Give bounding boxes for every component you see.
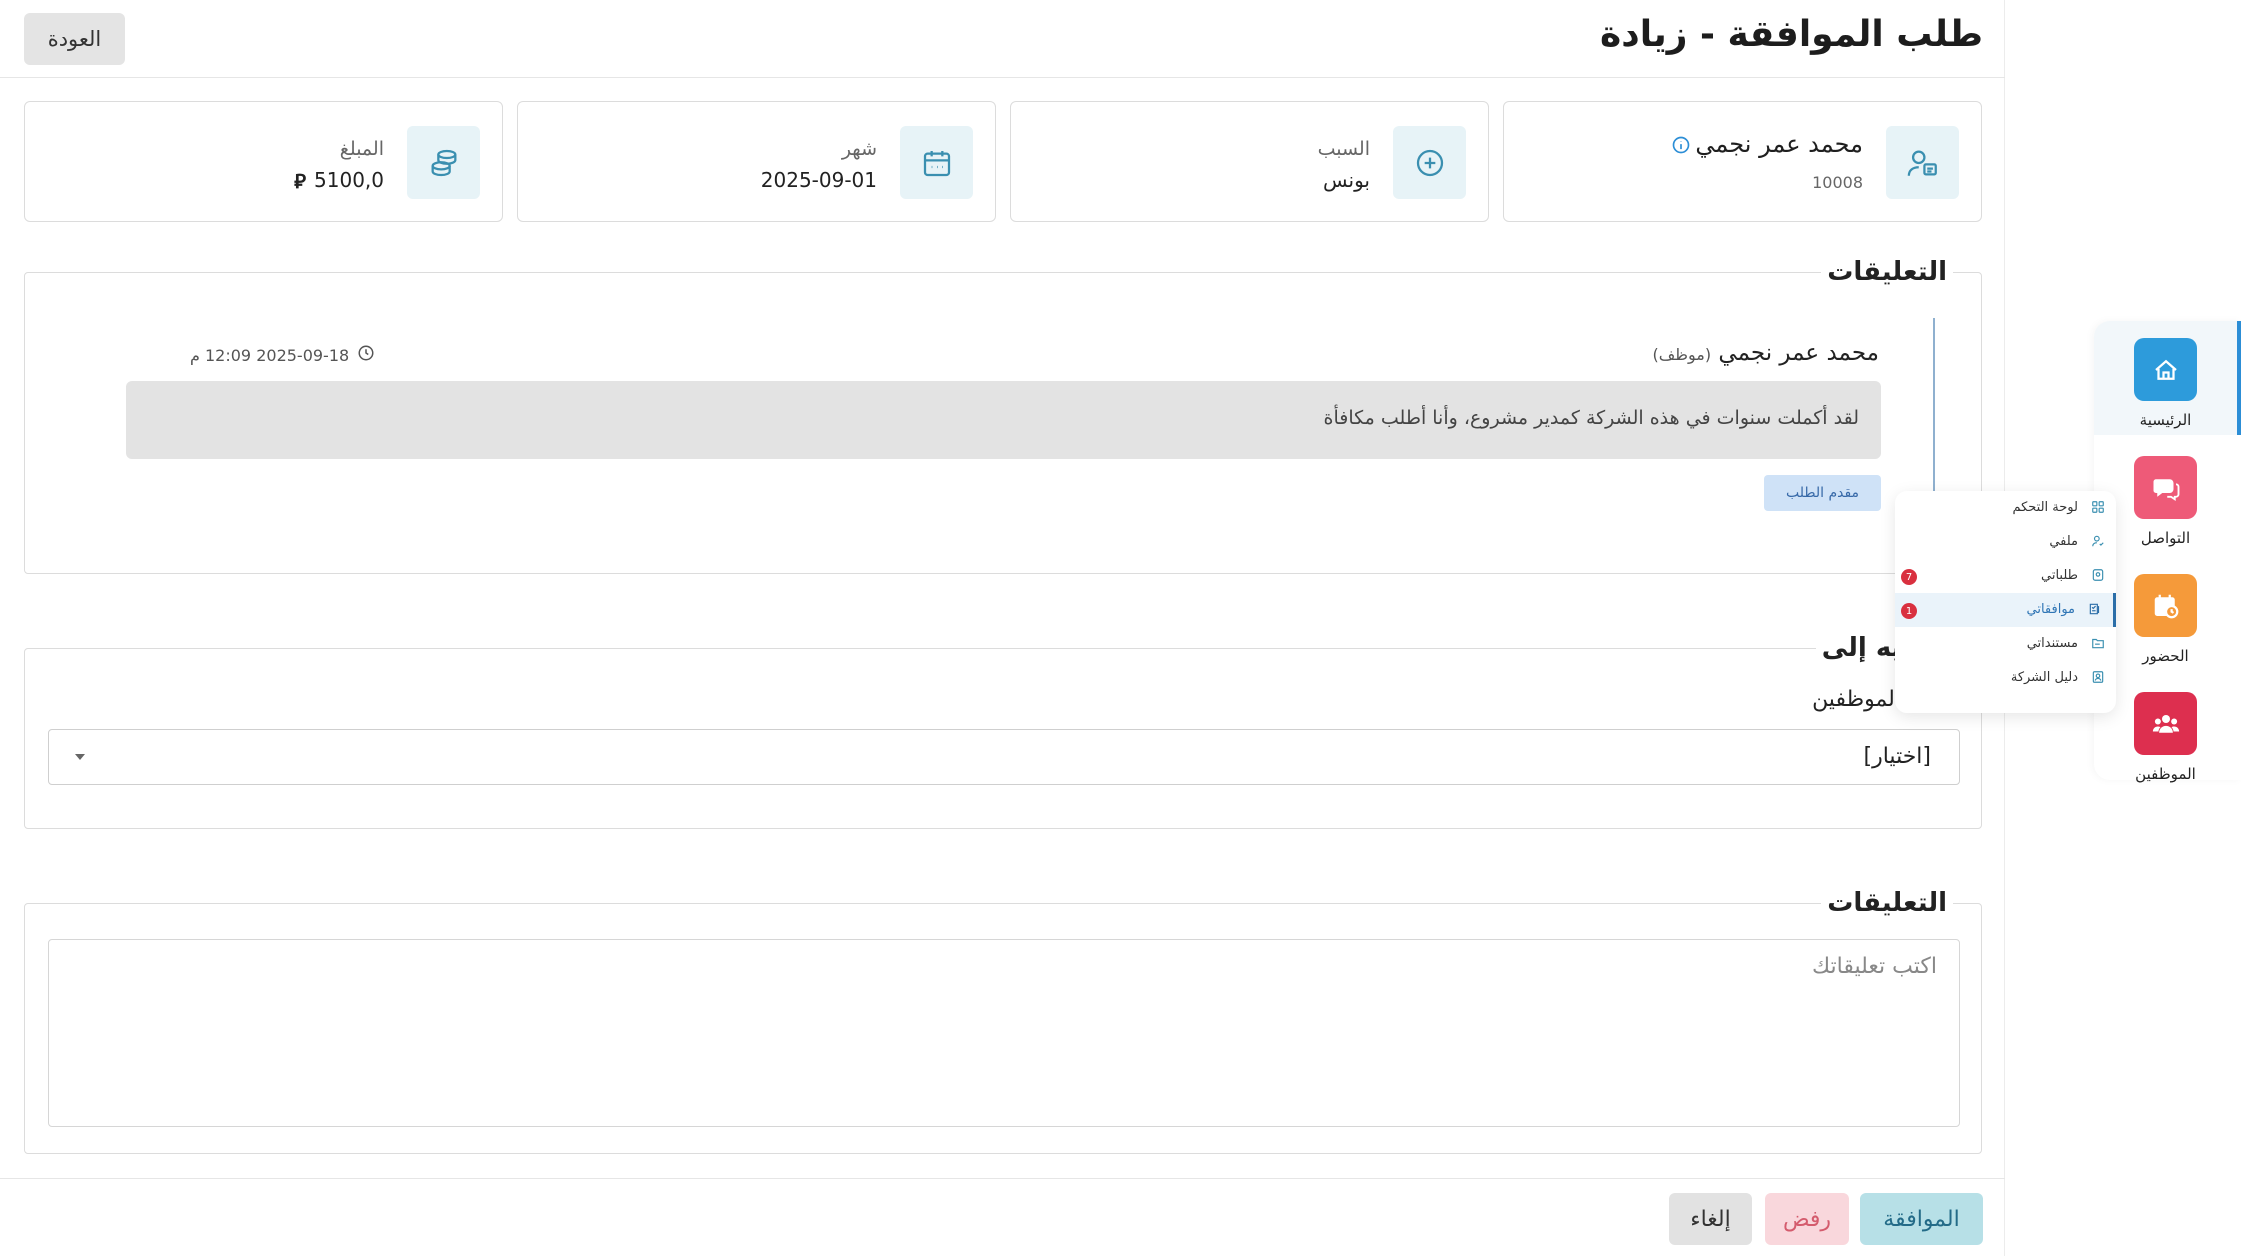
reason-value: بونس: [1323, 168, 1370, 192]
month-card: شهر 2025-09-01: [517, 101, 996, 222]
reject-button[interactable]: رفض: [1765, 1193, 1849, 1245]
new-comment-section: التعليقات: [24, 888, 1982, 1154]
approvals-icon: [2087, 601, 2103, 617]
action-footer: الموافقة رفض إلغاء: [0, 1178, 2005, 1256]
main-panel: طلب الموافقة - زيادة العودة محمد عمر نجم…: [0, 0, 2005, 1256]
month-value: 2025-09-01: [760, 168, 877, 192]
employees-select[interactable]: [اختيار]: [48, 729, 1960, 785]
sidebar-label-home: الرئيسية: [2139, 411, 2192, 429]
comment-text: لقد أكملت سنوات في هذه الشركة كمدير مشرو…: [1323, 407, 1859, 429]
sidebar-item-employees[interactable]: الموظفين: [2094, 683, 2241, 793]
coins-icon: [407, 126, 480, 199]
comment-textarea[interactable]: [48, 939, 1960, 1127]
users-icon: [2134, 692, 2197, 755]
info-icon[interactable]: [1671, 135, 1691, 159]
sidebar-item-attendance[interactable]: الحضور: [2094, 565, 2241, 675]
comment-author: محمد عمر نجمي: [1718, 340, 1879, 366]
sidebar-item-communication[interactable]: التواصل: [2094, 447, 2241, 557]
comment-bubble: لقد أكملت سنوات في هذه الشركة كمدير مشرو…: [126, 381, 1881, 459]
submenu-label-approvals: موافقاتي: [2026, 602, 2076, 617]
comments-section-title: التعليقات: [1821, 257, 1953, 287]
home-submenu: لوحة التحكم ملفي طلباتي 7 موافقاتي 1 مست…: [1895, 491, 2116, 713]
clock-icon: [357, 344, 375, 366]
employee-id: 10008: [1812, 173, 1863, 192]
comment-role: (موظف): [1652, 345, 1712, 364]
approve-button[interactable]: الموافقة: [1860, 1193, 1983, 1245]
amount-label: المبلغ: [339, 138, 384, 160]
calendar-clock-icon: [2134, 574, 2197, 637]
comment-author-row: محمد عمر نجمي (موظف): [1652, 340, 1879, 366]
profile-icon: [2090, 533, 2106, 549]
employee-card: محمد عمر نجمي 10008: [1503, 101, 1982, 222]
new-comment-section-title: التعليقات: [1821, 888, 1953, 918]
submenu-label-documents: مستنداتي: [2026, 636, 2078, 651]
submenu-label-requests: طلباتي: [2041, 568, 2078, 583]
directory-icon: [2090, 669, 2106, 685]
top-bar: طلب الموافقة - زيادة العودة: [0, 0, 2005, 78]
submenu-item-directory[interactable]: دليل الشركة: [1895, 661, 2116, 695]
requester-badge: مقدم الطلب: [1764, 475, 1881, 511]
submenu-item-requests[interactable]: طلباتي 7: [1895, 559, 2116, 593]
page-title: طلب الموافقة - زيادة: [1600, 14, 1983, 55]
comment-thread: محمد عمر نجمي (موظف) 2025-09-18 12:09 م …: [126, 318, 1935, 511]
amount-value-row: ⃁ 5100,0: [294, 168, 384, 194]
employees-select-value: [اختيار]: [1863, 744, 1931, 769]
reason-label: السبب: [1317, 138, 1370, 160]
app-sidebar: الرئيسية التواصل الحضور الموظفين: [2094, 321, 2241, 783]
chevron-down-icon: [75, 754, 85, 760]
employee-name: محمد عمر نجمي: [1695, 130, 1863, 158]
submenu-label-profile: ملفي: [2049, 534, 2078, 549]
amount-value: 5100,0: [314, 168, 384, 192]
comment-timestamp-row: 2025-09-18 12:09 م: [190, 344, 375, 366]
sidebar-label-employees: الموظفين: [2135, 765, 2196, 783]
reason-card: السبب بونس: [1010, 101, 1489, 222]
amount-card: المبلغ ⃁ 5100,0: [24, 101, 503, 222]
submenu-label-dashboard: لوحة التحكم: [2012, 500, 2078, 515]
requests-icon: [2090, 567, 2106, 583]
documents-icon: [2090, 635, 2106, 651]
submenu-item-documents[interactable]: مستنداتي: [1895, 627, 2116, 661]
month-label: شهر: [841, 138, 877, 160]
submenu-item-approvals[interactable]: موافقاتي 1: [1895, 593, 2116, 627]
employees-field-label: الموظفين: [1812, 687, 1901, 712]
submenu-item-profile[interactable]: ملفي: [1895, 525, 2116, 559]
approvals-count-badge: 1: [1901, 603, 1917, 619]
currency-symbol: ⃁: [294, 169, 307, 193]
sidebar-item-home[interactable]: الرئيسية: [2094, 329, 2241, 439]
requests-count-badge: 7: [1901, 569, 1917, 585]
home-icon: [2134, 338, 2197, 401]
forward-section: توجيه إلى الموظفين [اختيار]: [24, 633, 1982, 829]
cancel-button[interactable]: إلغاء: [1669, 1193, 1752, 1245]
calendar-icon: [900, 126, 973, 199]
dashboard-icon: [2090, 499, 2106, 515]
comments-history-section: التعليقات محمد عمر نجمي (موظف) 2025-09-1…: [24, 257, 1982, 574]
submenu-label-directory: دليل الشركة: [2010, 670, 2078, 685]
chat-icon: [2134, 456, 2197, 519]
user-badge-icon: [1886, 126, 1959, 199]
submenu-item-dashboard[interactable]: لوحة التحكم: [1895, 491, 2116, 525]
comment-timestamp: 2025-09-18 12:09 م: [190, 345, 350, 365]
back-button[interactable]: العودة: [24, 13, 125, 65]
plus-circle-icon: [1393, 126, 1466, 199]
